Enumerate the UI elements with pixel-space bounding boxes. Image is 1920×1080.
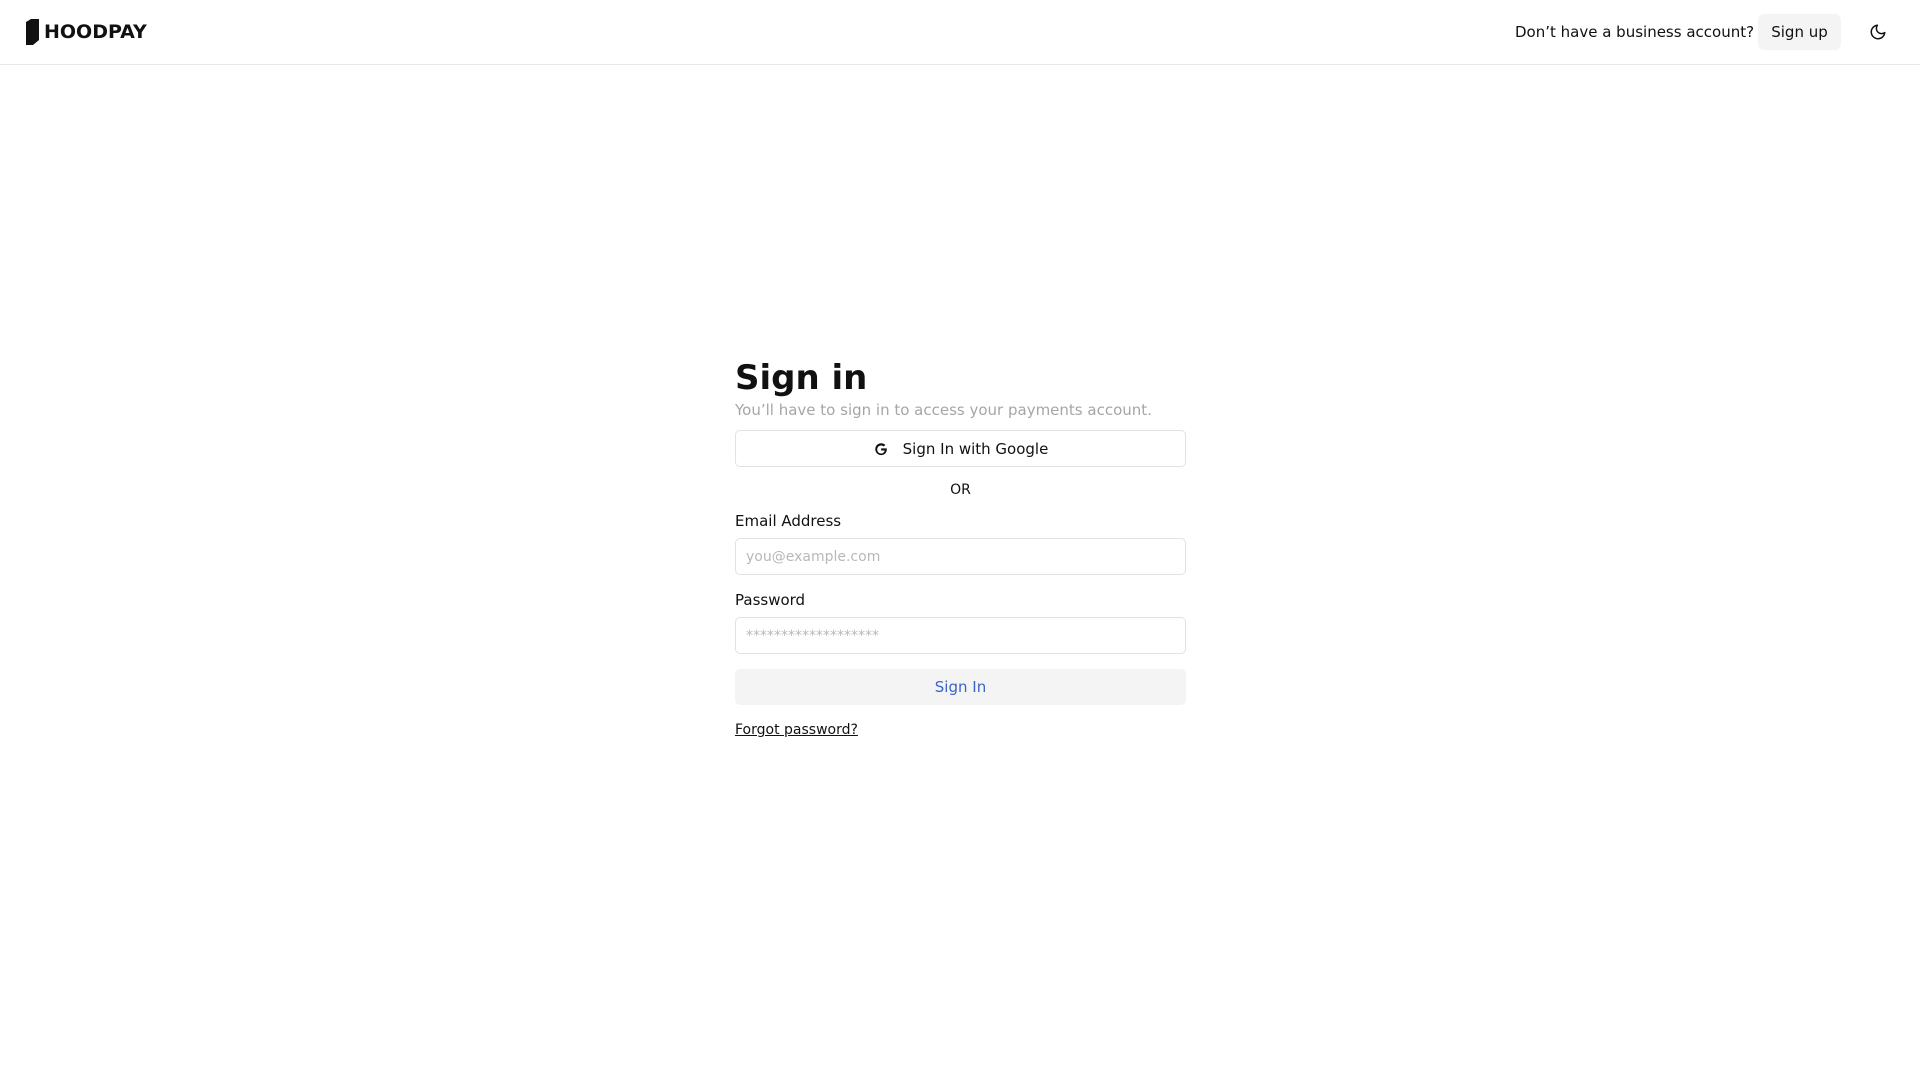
sign-up-button[interactable]: Sign up bbox=[1758, 14, 1841, 50]
no-account-prompt: Don’t have a business account? bbox=[1515, 23, 1755, 41]
password-label: Password bbox=[735, 591, 806, 609]
google-sign-in-button[interactable]: Sign In with Google bbox=[735, 430, 1186, 467]
google-sign-in-label: Sign In with Google bbox=[902, 439, 1049, 458]
hoodpay-logo[interactable]: HOODPAY bbox=[24, 19, 147, 45]
page-subtitle: You’ll have to sign in to access your pa… bbox=[735, 401, 1152, 419]
email-label: Email Address bbox=[735, 512, 842, 530]
top-navigation-bar: HOODPAY Don’t have a business account? S… bbox=[0, 0, 1920, 65]
google-icon bbox=[874, 442, 887, 455]
forgot-password-link[interactable]: Forgot password? bbox=[735, 721, 858, 739]
email-input[interactable] bbox=[735, 538, 1186, 575]
page-title: Sign in bbox=[735, 358, 868, 398]
hoodpay-logo-icon bbox=[26, 19, 39, 45]
sign-in-form: Sign in You’ll have to sign in to access… bbox=[735, 356, 1186, 739]
password-input[interactable] bbox=[735, 617, 1186, 654]
sign-in-button[interactable]: Sign In bbox=[735, 669, 1186, 705]
theme-toggle-button[interactable] bbox=[1862, 18, 1894, 46]
or-divider: OR bbox=[950, 482, 971, 498]
brand-name: HOODPAY bbox=[44, 21, 147, 43]
moon-icon bbox=[1870, 24, 1886, 40]
